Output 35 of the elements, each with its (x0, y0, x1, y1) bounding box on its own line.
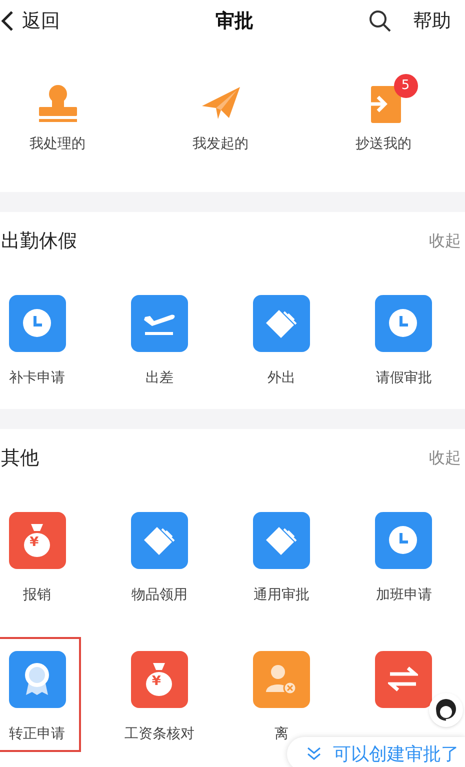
stamp-icon (38, 84, 78, 124)
clock-icon (388, 525, 418, 555)
collapse-link[interactable]: 收起 (429, 446, 461, 470)
help-button[interactable]: 帮助 (413, 6, 451, 36)
approval-item[interactable]: 通用审批 (238, 498, 326, 613)
approval-item[interactable]: 加班申请 (360, 498, 448, 613)
section-title: 出勤休假 (1, 228, 77, 254)
yen-sign: ¥ (30, 536, 39, 549)
quick-entry[interactable]: 5 抄送我的 (302, 72, 465, 155)
money-bag-icon (22, 522, 52, 558)
person-remove-icon (264, 662, 298, 696)
search-icon[interactable] (369, 10, 391, 32)
approval-item[interactable]: ¥ 工资条核对 (115, 637, 204, 752)
money-bag-icon (144, 661, 174, 697)
approval-item[interactable]: 外出 (238, 281, 326, 396)
yen-sign: ¥ (152, 675, 161, 688)
section-title: 其他 (1, 446, 39, 471)
swap-arrows-icon (388, 665, 418, 693)
collapse-link[interactable]: 收起 (429, 229, 461, 253)
approval-item[interactable]: 补卡申请 (0, 281, 82, 396)
approval-item[interactable]: 物品领用 (115, 498, 204, 613)
approval-item[interactable]: ¥ 报销 (0, 498, 82, 613)
count-badge: 5 (394, 74, 418, 98)
back-button[interactable]: 返回 (0, 6, 60, 36)
clock-icon (388, 308, 418, 338)
approval-item[interactable]: 请假审批 (360, 281, 448, 396)
quick-entry[interactable]: 我处理的 (0, 72, 139, 155)
quick-entry[interactable]: 我发起的 (139, 72, 302, 155)
page-title: 审批 (216, 8, 254, 34)
support-chat-toast[interactable] (429, 693, 463, 727)
double-chevron-icon (307, 746, 321, 762)
back-chevron-icon (0, 10, 14, 32)
approval-item[interactable]: 转正申请 (0, 637, 82, 752)
clock-icon (22, 308, 52, 338)
approval-item[interactable]: 出差 (115, 281, 204, 396)
